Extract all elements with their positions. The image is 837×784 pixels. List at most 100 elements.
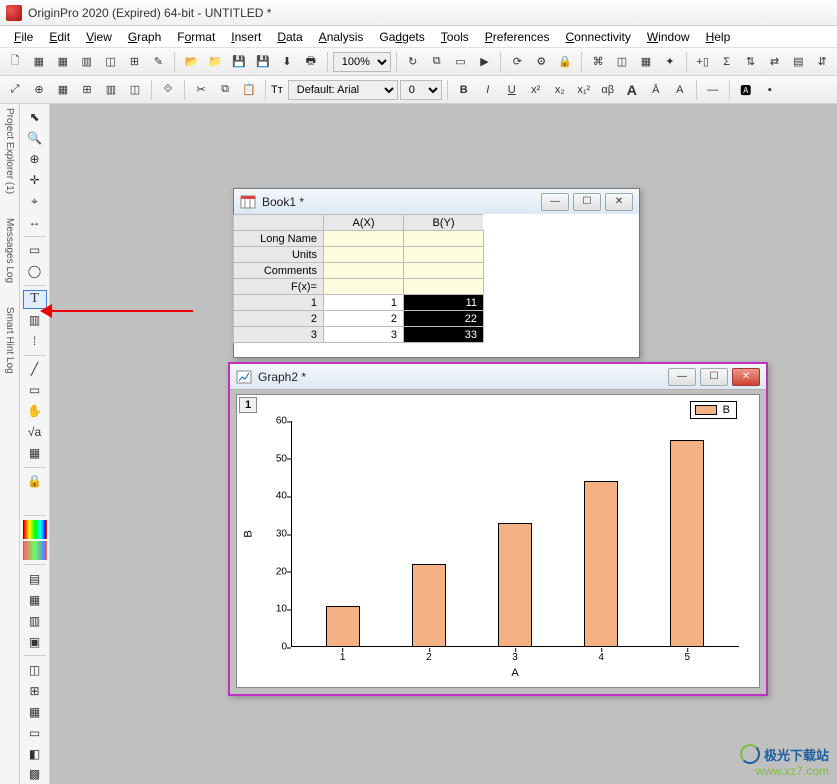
font-color-button[interactable]: A [669, 79, 691, 101]
row-fx[interactable]: F(x)= [233, 278, 324, 295]
tb-open-template-icon[interactable]: 📁 [204, 51, 226, 73]
tb-autorecalc-icon[interactable]: ⚙ [530, 51, 552, 73]
hand-tool-icon[interactable]: ✋ [23, 402, 47, 421]
col-header-a[interactable]: A(X) [323, 214, 404, 231]
chart-bar[interactable] [584, 481, 618, 647]
tb-new-graph-icon[interactable]: ▥ [76, 51, 98, 73]
tb-new-matrix-icon[interactable]: ◫ [100, 51, 122, 73]
draw-tool-icon[interactable]: ⁞ [23, 332, 47, 351]
menu-graph[interactable]: Graph [122, 28, 167, 46]
chart-bar[interactable] [498, 523, 532, 647]
subscript-button[interactable]: x₂ [549, 79, 571, 101]
tb-sendgraph-icon[interactable]: ▦ [635, 51, 657, 73]
menu-analysis[interactable]: Analysis [313, 28, 370, 46]
tb-new-workbook-icon[interactable]: ▦ [28, 51, 50, 73]
tb-apps-icon[interactable]: ◫ [611, 51, 633, 73]
menu-view[interactable]: View [80, 28, 118, 46]
menu-format[interactable]: Format [171, 28, 221, 46]
fx-a[interactable] [323, 278, 404, 295]
plot2-t3-icon[interactable]: ▥ [23, 611, 47, 630]
row-3-hdr[interactable]: 3 [233, 326, 324, 343]
book1-titlebar[interactable]: Book1 * — ☐ ✕ [234, 189, 639, 215]
tb-layer-icon[interactable]: ▦ [52, 79, 74, 101]
subsuperscript-button[interactable]: x₁² [573, 79, 595, 101]
row-1-hdr[interactable]: 1 [233, 294, 324, 311]
palette2-icon[interactable] [23, 541, 47, 560]
tb-exchange-icon[interactable]: ⇵ [811, 51, 833, 73]
tb-new-excel-icon[interactable]: ▦ [52, 51, 74, 73]
units-b[interactable] [403, 246, 484, 263]
layer-number[interactable]: 1 [239, 397, 257, 413]
menu-file[interactable]: File [8, 28, 39, 46]
graph2-close-button[interactable]: ✕ [732, 368, 760, 386]
cell-a3[interactable]: 3 [323, 326, 404, 343]
menu-insert[interactable]: Insert [225, 28, 267, 46]
plot2-t1-icon[interactable]: ▤ [23, 569, 47, 588]
book1-maximize-button[interactable]: ☐ [573, 193, 601, 211]
object-mgr-tool-icon[interactable]: ▦ [23, 444, 47, 463]
tb-addlayer-icon[interactable]: ⊞ [76, 79, 98, 101]
plot2-t9-icon[interactable]: ◧ [23, 744, 47, 763]
book1-window[interactable]: Book1 * — ☐ ✕ A(X) B(Y) Long Name Units … [233, 188, 640, 358]
tb-mask-icon[interactable]: ▤ [787, 51, 809, 73]
tb-transfer-icon[interactable]: ⇄ [763, 51, 785, 73]
chart-legend[interactable]: B [690, 401, 737, 419]
tb-rescale-icon[interactable]: ⤢ [4, 79, 26, 101]
tb-save-icon[interactable]: 💾 [228, 51, 250, 73]
menu-data[interactable]: Data [271, 28, 308, 46]
cell-a2[interactable]: 2 [323, 310, 404, 327]
menu-window[interactable]: Window [641, 28, 696, 46]
plot2-t7-icon[interactable]: ▦ [23, 702, 47, 721]
chart-bar[interactable] [412, 564, 446, 647]
tb-save-template-icon[interactable]: 💾 [252, 51, 274, 73]
menu-help[interactable]: Help [700, 28, 737, 46]
plot2-t5-icon[interactable]: ◫ [23, 660, 47, 679]
selection-tool-icon[interactable]: ↔ [23, 213, 47, 232]
tb-video-icon[interactable]: ▶ [474, 51, 496, 73]
tb-merge-icon[interactable]: ◫ [124, 79, 146, 101]
increase-font-button[interactable]: A [621, 79, 643, 101]
bold-button[interactable]: B [453, 79, 475, 101]
underline-button[interactable]: U [501, 79, 523, 101]
plot2-t10-icon[interactable]: ▩ [23, 765, 47, 784]
chart-area[interactable]: B A 010203040506012345 [291, 421, 739, 647]
graph-page[interactable]: 1 B B A 010203040506012345 [236, 394, 760, 688]
rect-tool-icon[interactable]: ▭ [23, 381, 47, 400]
book1-minimize-button[interactable]: — [541, 193, 569, 211]
font-select[interactable]: Default: Arial [288, 80, 398, 100]
longname-b[interactable] [403, 230, 484, 247]
tb-new-layout-icon[interactable]: ⊞ [124, 51, 146, 73]
cell-a1[interactable]: 1 [323, 294, 404, 311]
tb-refresh-icon[interactable]: ↻ [402, 51, 424, 73]
pointer-tool-icon[interactable]: ⬉ [23, 108, 47, 127]
plot2-t4-icon[interactable]: ▣ [23, 632, 47, 651]
col-header-b[interactable]: B(Y) [403, 214, 484, 231]
menu-edit[interactable]: Edit [43, 28, 76, 46]
tb-digitizer-icon[interactable]: ✦ [659, 51, 681, 73]
line-tool-icon[interactable]: ╱ [23, 360, 47, 379]
tb-stats-icon[interactable]: Σ [716, 51, 738, 73]
plot2-t8-icon[interactable]: ▭ [23, 723, 47, 742]
tb-zoom-icon[interactable]: ⊕ [28, 79, 50, 101]
font-size-select[interactable]: 0 [400, 80, 442, 100]
tb-duplicate-icon[interactable]: ⧉ [426, 51, 448, 73]
reader-tool-icon[interactable]: ⊕ [23, 150, 47, 169]
screen-reader-tool-icon[interactable]: ✛ [23, 171, 47, 190]
fx-b[interactable] [403, 278, 484, 295]
tb-lock-icon[interactable]: 🔒 [554, 51, 576, 73]
tb-slide-icon[interactable]: ▭ [450, 51, 472, 73]
fill-color-button[interactable]: 🅰 [735, 79, 757, 101]
region-tool-icon[interactable]: ▭ [23, 241, 47, 260]
tb-new-project-icon[interactable]: 🗋 [4, 51, 26, 73]
book1-close-button[interactable]: ✕ [605, 193, 633, 211]
comments-a[interactable] [323, 262, 404, 279]
graph2-window[interactable]: Graph2 * — ☐ ✕ 1 B B A 01020304050601234… [228, 362, 768, 696]
lock-tool-icon[interactable]: 🔒 [23, 472, 47, 491]
plot2-t6-icon[interactable]: ⊞ [23, 681, 47, 700]
tb-sort-icon[interactable]: ⇅ [740, 51, 762, 73]
tb-open-icon[interactable]: 📂 [180, 51, 202, 73]
graph2-minimize-button[interactable]: — [668, 368, 696, 386]
row-comments[interactable]: Comments [233, 262, 324, 279]
row-longname[interactable]: Long Name [233, 230, 324, 247]
tb-paste-icon[interactable]: 📋 [238, 79, 260, 101]
